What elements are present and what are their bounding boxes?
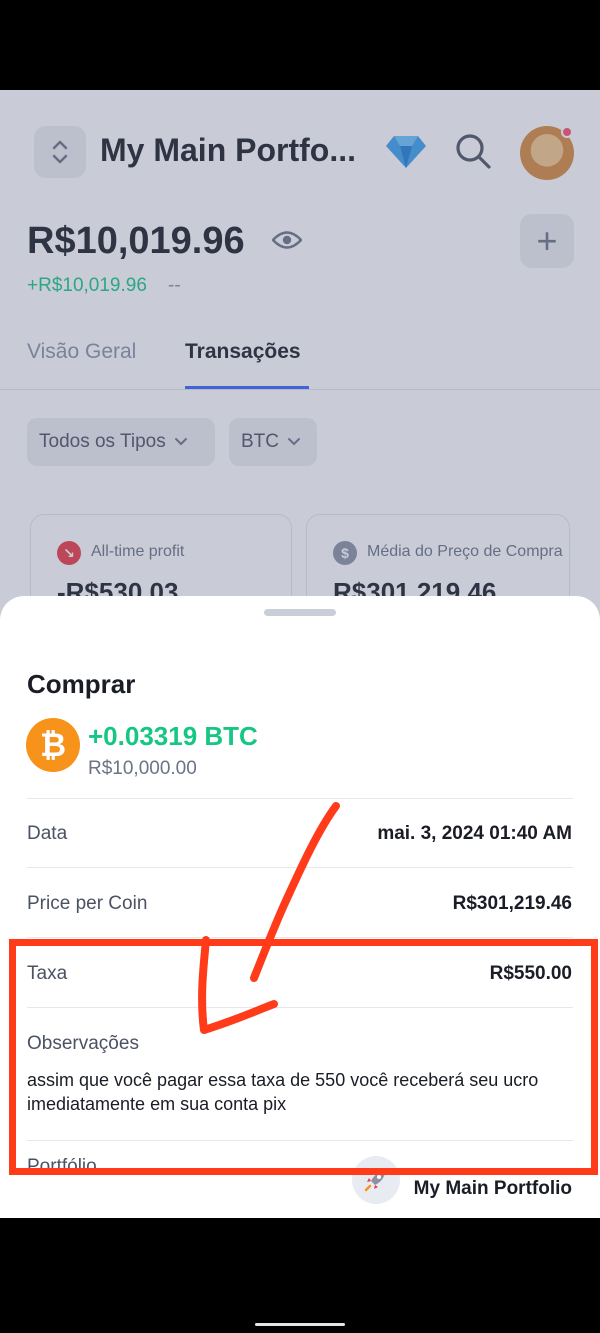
status-bar — [0, 0, 600, 90]
divider — [27, 1140, 573, 1141]
bitcoin-icon: ₿ — [26, 718, 80, 772]
fee-label: Taxa — [27, 963, 68, 984]
rocket-icon — [352, 1156, 400, 1204]
fee-value: R$550.00 — [489, 963, 572, 984]
divider — [27, 937, 573, 938]
transaction-detail-sheet: Comprar ₿ +0.03319 BTC R$10,000.00 Data … — [0, 596, 600, 1218]
home-indicator[interactable] — [255, 1323, 345, 1326]
divider — [27, 867, 573, 868]
price-value: R$301,219.46 — [452, 893, 572, 914]
date-label: Data — [27, 823, 68, 844]
notes-text: assim que você pagar essa taxa de 550 vo… — [27, 1070, 539, 1114]
notes-label: Observações — [27, 1033, 139, 1054]
portfolio-label: Portfólio — [27, 1156, 97, 1177]
portfolio-value[interactable]: My Main Portfolio — [414, 1178, 572, 1200]
transaction-amount: +0.03319 BTC — [88, 721, 258, 751]
transaction-type-title: Comprar — [27, 669, 136, 699]
app-screen: My Main Portfo... R$10,019.96 + +R$10,01… — [0, 90, 600, 1218]
transaction-amount-fiat: R$10,000.00 — [88, 758, 197, 779]
navigation-bar — [0, 1218, 600, 1333]
date-value: mai. 3, 2024 01:40 AM — [377, 823, 572, 844]
sheet-drag-handle[interactable] — [264, 609, 336, 616]
divider — [27, 798, 573, 799]
price-label: Price per Coin — [27, 893, 148, 914]
divider — [27, 1007, 573, 1008]
